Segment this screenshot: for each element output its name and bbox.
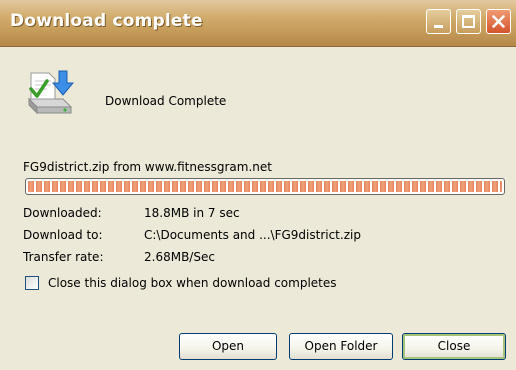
dialog-body: Download Complete FG9district.zip from w… [3,47,513,367]
window-title: Download complete [10,11,203,31]
minimize-button[interactable] [426,9,451,34]
close-icon [492,15,505,28]
title-bar[interactable]: Download complete [0,0,516,47]
open-button[interactable]: Open [179,333,277,360]
downloaded-value: 18.8MB in 7 sec [144,206,240,220]
download-progress-bar [25,178,505,195]
close-when-complete-label[interactable]: Close this dialog box when download comp… [48,276,337,290]
close-button[interactable]: Close [402,333,506,360]
close-when-complete-checkbox[interactable] [25,276,39,290]
download-status-label: Download Complete [105,94,227,108]
download-complete-dialog: Download complete Download Complete FG9d… [0,0,516,370]
progress-fill [28,181,502,192]
file-source-text: FG9district.zip from www.fitnessgram.net [23,160,272,174]
download-disk-icon [27,70,75,115]
download-to-value: C:\Documents and ...\FG9district.zip [144,228,361,242]
downloaded-label: Downloaded: [23,206,102,220]
maximize-button[interactable] [456,9,481,34]
download-to-label: Download to: [23,228,103,242]
transfer-rate-value: 2.68MB/Sec [144,250,215,264]
open-folder-button[interactable]: Open Folder [289,333,393,360]
transfer-rate-label: Transfer rate: [23,250,104,264]
close-window-button[interactable] [486,9,511,34]
